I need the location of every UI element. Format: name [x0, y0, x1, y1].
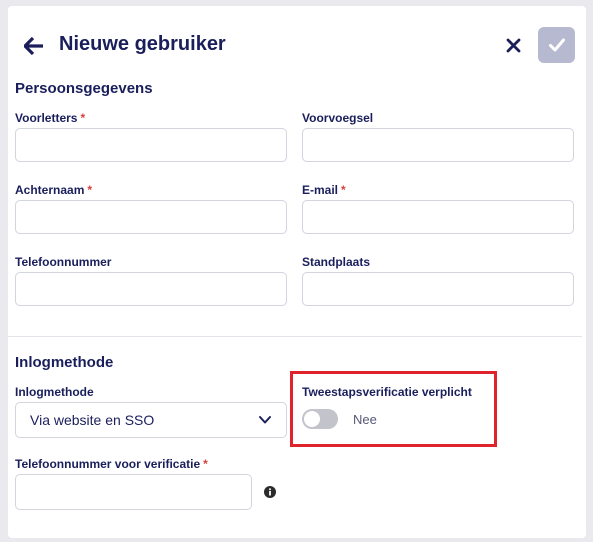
chevron-down-icon [259, 416, 271, 424]
lastname-input[interactable] [15, 200, 287, 234]
arrow-left-icon[interactable] [24, 37, 44, 55]
section-login-title: Inlogmethode [15, 354, 114, 371]
page-title: Nieuwe gebruiker [59, 33, 226, 55]
required-marker: * [341, 183, 346, 197]
prefix-label: Voorvoegsel [302, 111, 374, 125]
close-icon[interactable] [506, 38, 521, 53]
initials-label: Voorletters * [15, 111, 86, 125]
section-divider [8, 336, 582, 337]
login-method-label: Inlogmethode [15, 385, 94, 399]
prefix-input[interactable] [302, 128, 574, 162]
verification-phone-input[interactable] [15, 474, 252, 510]
phone-label: Telefoonnummer [15, 255, 112, 269]
section-personal-title: Persoonsgegevens [15, 80, 153, 97]
confirm-button[interactable] [538, 27, 575, 63]
required-marker: * [87, 183, 93, 197]
info-icon[interactable] [264, 486, 276, 498]
email-input[interactable] [302, 200, 574, 234]
highlight-annotation [290, 371, 497, 447]
location-label: Standplaats [302, 255, 371, 269]
login-method-select[interactable]: Via website en SSO [15, 402, 287, 438]
email-label: E-mail * [302, 183, 346, 197]
check-icon [548, 38, 565, 52]
initials-input[interactable] [15, 128, 287, 162]
phone-input[interactable] [15, 272, 287, 306]
lastname-label: Achternaam * [15, 183, 93, 197]
location-input[interactable] [302, 272, 574, 306]
required-marker: * [203, 457, 208, 471]
login-method-value: Via website en SSO [30, 412, 155, 428]
required-marker: * [80, 111, 86, 125]
verification-phone-label: Telefoonnummer voor verificatie * [15, 457, 208, 471]
